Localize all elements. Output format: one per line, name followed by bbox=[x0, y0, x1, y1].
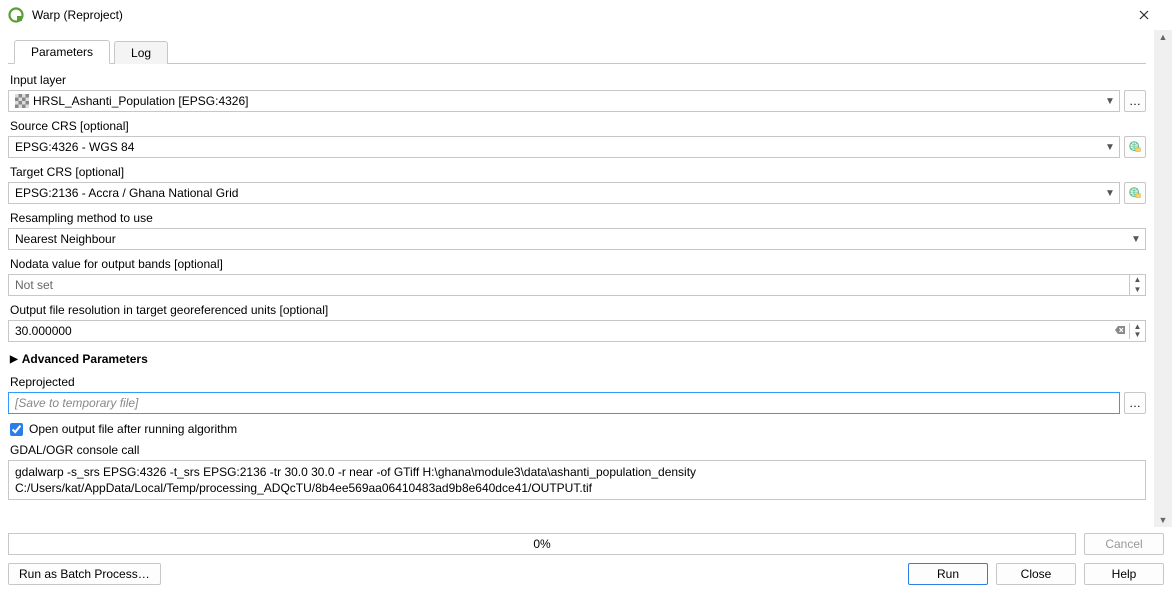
reprojected-placeholder: [Save to temporary file] bbox=[15, 396, 138, 410]
nodata-input[interactable]: Not set ▲▼ bbox=[8, 274, 1146, 296]
input-layer-combo[interactable]: HRSL_Ashanti_Population [EPSG:4326] ▼ bbox=[8, 90, 1120, 112]
raster-icon bbox=[15, 94, 29, 108]
label-console-call: GDAL/OGR console call bbox=[8, 440, 1146, 460]
footer: 0% Cancel Run as Batch Process… Run Clos… bbox=[0, 527, 1172, 597]
nodata-value: Not set bbox=[15, 278, 53, 292]
browse-input-button[interactable]: … bbox=[1124, 90, 1146, 112]
tab-strip: Parameters Log bbox=[8, 38, 1146, 64]
run-batch-button[interactable]: Run as Batch Process… bbox=[8, 563, 161, 585]
resampling-value: Nearest Neighbour bbox=[15, 232, 116, 246]
advanced-label: Advanced Parameters bbox=[22, 352, 148, 366]
label-nodata: Nodata value for output bands [optional] bbox=[8, 254, 1146, 274]
input-layer-value: HRSL_Ashanti_Population [EPSG:4326] bbox=[33, 94, 248, 108]
label-resampling: Resampling method to use bbox=[8, 208, 1146, 228]
progress-bar: 0% bbox=[8, 533, 1076, 555]
resampling-combo[interactable]: Nearest Neighbour ▼ bbox=[8, 228, 1146, 250]
browse-output-button[interactable]: … bbox=[1124, 392, 1146, 414]
label-input-layer: Input layer bbox=[8, 70, 1146, 90]
label-ofr: Output file resolution in target georefe… bbox=[8, 300, 1146, 320]
progress-text: 0% bbox=[533, 537, 550, 551]
window-title: Warp (Reproject) bbox=[30, 8, 1124, 22]
tab-log[interactable]: Log bbox=[114, 41, 168, 64]
chevron-down-icon: ▼ bbox=[1101, 137, 1119, 157]
label-source-crs: Source CRS [optional] bbox=[8, 116, 1146, 136]
label-target-crs: Target CRS [optional] bbox=[8, 162, 1146, 182]
target-crs-combo[interactable]: EPSG:2136 - Accra / Ghana National Grid … bbox=[8, 182, 1120, 204]
select-crs-source-button[interactable] bbox=[1124, 136, 1146, 158]
reprojected-output-input[interactable]: [Save to temporary file] bbox=[8, 392, 1120, 414]
open-output-checkbox[interactable] bbox=[10, 423, 23, 436]
chevron-down-icon: ▼ bbox=[1101, 91, 1119, 111]
scroll-down-icon[interactable]: ▼ bbox=[1159, 515, 1168, 525]
spin-buttons[interactable]: ▲▼ bbox=[1129, 275, 1145, 295]
source-crs-combo[interactable]: EPSG:4326 - WGS 84 ▼ bbox=[8, 136, 1120, 158]
run-button[interactable]: Run bbox=[908, 563, 988, 585]
close-button[interactable]: Close bbox=[996, 563, 1076, 585]
label-reprojected: Reprojected bbox=[8, 372, 1146, 392]
qgis-icon bbox=[8, 7, 24, 23]
ofr-value: 30.000000 bbox=[15, 324, 72, 338]
scroll-track[interactable] bbox=[1156, 44, 1170, 513]
triangle-right-icon: ▶ bbox=[10, 354, 18, 365]
tab-body: Input layer HRSL_Ashanti_Population [EPS… bbox=[8, 64, 1146, 500]
help-button[interactable]: Help bbox=[1084, 563, 1164, 585]
open-output-label: Open output file after running algorithm bbox=[29, 422, 237, 436]
cancel-button[interactable]: Cancel bbox=[1084, 533, 1164, 555]
close-icon[interactable] bbox=[1124, 0, 1164, 30]
parameters-pane: Parameters Log Input layer HRSL_Ashanti_… bbox=[0, 30, 1154, 527]
chevron-down-icon: ▼ bbox=[1101, 183, 1119, 203]
console-call-text: gdalwarp -s_srs EPSG:4326 -t_srs EPSG:21… bbox=[15, 465, 696, 495]
source-crs-value: EPSG:4326 - WGS 84 bbox=[15, 140, 134, 154]
console-call-box[interactable]: gdalwarp -s_srs EPSG:4326 -t_srs EPSG:21… bbox=[8, 460, 1146, 500]
advanced-parameters-toggle[interactable]: ▶ Advanced Parameters bbox=[8, 346, 1146, 372]
titlebar: Warp (Reproject) bbox=[0, 0, 1172, 30]
select-crs-target-button[interactable] bbox=[1124, 182, 1146, 204]
clear-icon[interactable] bbox=[1111, 324, 1129, 339]
vertical-scrollbar[interactable]: ▲ ▼ bbox=[1154, 30, 1172, 527]
spin-buttons[interactable]: ▲▼ bbox=[1129, 323, 1145, 339]
tab-parameters[interactable]: Parameters bbox=[14, 40, 110, 64]
ofr-input[interactable]: 30.000000 ▲▼ bbox=[8, 320, 1146, 342]
target-crs-value: EPSG:2136 - Accra / Ghana National Grid bbox=[15, 186, 238, 200]
workarea: Parameters Log Input layer HRSL_Ashanti_… bbox=[0, 30, 1172, 527]
chevron-down-icon: ▼ bbox=[1127, 229, 1145, 249]
scroll-up-icon[interactable]: ▲ bbox=[1159, 32, 1168, 42]
